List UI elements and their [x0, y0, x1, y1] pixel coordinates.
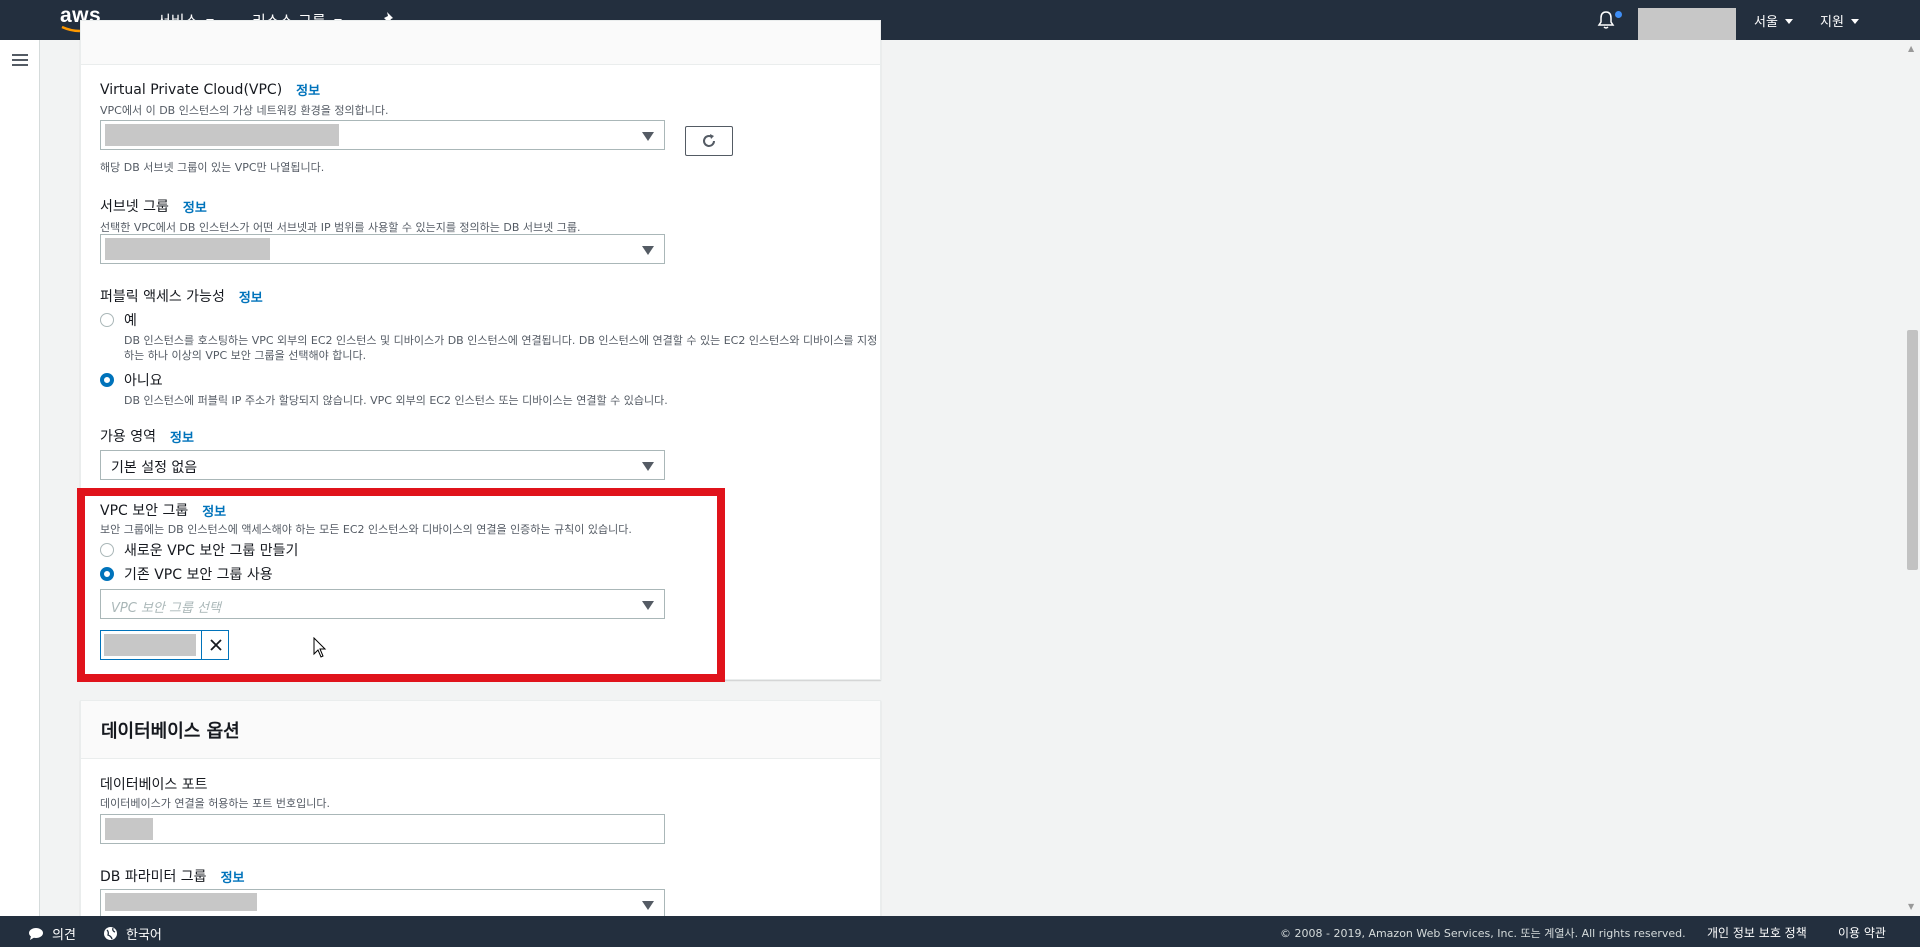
subnet-field: 서브넷 그룹 정보 선택한 VPC에서 DB 인스턴스가 어떤 서브넷과 IP …	[100, 196, 581, 235]
scrollbar-thumb[interactable]	[1907, 330, 1918, 570]
terms-of-use-link[interactable]: 이용 약관	[1838, 924, 1886, 941]
radio-label: 예	[124, 313, 137, 329]
chevron-down-icon	[1850, 19, 1859, 24]
port-desc: 데이터베이스가 연결을 허용하는 포트 번호입니다.	[100, 797, 331, 810]
public-access-yes-option[interactable]: 예 DB 인스턴스를 호스팅하는 VPC 외부의 EC2 인스턴스 및 디바이스…	[100, 310, 884, 363]
panel-header	[81, 21, 880, 65]
language-selector[interactable]: 한국어	[103, 924, 162, 943]
port-field: 데이터베이스 포트 데이터베이스가 연결을 허용하는 포트 번호입니다.	[100, 774, 330, 811]
vpc-desc: VPC에서 이 DB 인스턴스의 가상 네트워킹 환경을 정의합니다.	[100, 104, 389, 117]
param-group-label: DB 파라미터 그룹	[100, 869, 207, 885]
notification-dot	[1615, 11, 1622, 18]
redacted-value	[105, 238, 270, 260]
region-label: 서울	[1754, 15, 1778, 30]
public-access-info-link[interactable]: 정보	[239, 287, 263, 306]
redacted-value	[105, 124, 339, 146]
speech-bubble-icon	[29, 927, 43, 940]
radio-button-checked[interactable]	[100, 373, 114, 387]
support-menu[interactable]: 지원	[1820, 11, 1859, 30]
refresh-button[interactable]	[685, 126, 733, 156]
chevron-down-icon	[1784, 19, 1793, 24]
param-group-select[interactable]	[100, 889, 665, 916]
dropdown-arrow-icon	[642, 462, 654, 471]
param-group-field: DB 파라미터 그룹 정보	[100, 866, 245, 886]
vpc-note: 해당 DB 서브넷 그룹이 있는 VPC만 나열됩니다.	[100, 161, 325, 174]
az-value: 기본 설정 없음	[111, 460, 198, 476]
subnet-select[interactable]	[100, 234, 665, 264]
dropdown-arrow-icon	[642, 132, 654, 141]
radio-desc: DB 인스턴스를 호스팅하는 VPC 외부의 EC2 인스턴스 및 디바이스가 …	[124, 334, 878, 362]
az-select[interactable]: 기본 설정 없음	[100, 450, 665, 480]
vpc-label: Virtual Private Cloud(VPC)	[100, 81, 283, 98]
language-label: 한국어	[126, 928, 162, 943]
mouse-cursor-icon	[313, 637, 327, 658]
vpc-info-link[interactable]: 정보	[296, 80, 320, 99]
support-label: 지원	[1820, 15, 1844, 30]
refresh-icon	[703, 134, 715, 147]
radio-button-unchecked[interactable]	[100, 313, 114, 327]
account-menu-redacted[interactable]	[1638, 8, 1736, 40]
az-label: 가용 영역	[100, 429, 156, 445]
radio-desc: DB 인스턴스에 퍼블릭 IP 주소가 할당되지 않습니다. VPC 외부의 E…	[124, 394, 668, 407]
public-access-field: 퍼블릭 액세스 가능성 정보	[100, 286, 263, 306]
port-input[interactable]	[100, 814, 665, 844]
footer: 의견 한국어 © 2008 - 2019, Amazon Web Service…	[0, 916, 1920, 947]
bell-icon[interactable]	[1597, 10, 1615, 30]
port-label: 데이터베이스 포트	[100, 777, 208, 793]
param-group-info-link[interactable]: 정보	[221, 867, 245, 886]
highlight-box	[77, 488, 725, 682]
vpc-field: Virtual Private Cloud(VPC) 정보 VPC에서 이 DB…	[100, 80, 388, 118]
privacy-policy-link[interactable]: 개인 정보 보호 정책	[1707, 924, 1807, 941]
scroll-up-arrow-icon[interactable]: ▲	[1908, 44, 1914, 53]
hamburger-menu-icon[interactable]	[12, 54, 28, 66]
globe-icon	[104, 927, 117, 940]
feedback-label: 의견	[52, 928, 76, 943]
feedback-button[interactable]: 의견	[28, 924, 76, 943]
az-info-link[interactable]: 정보	[170, 427, 194, 446]
redacted-value	[105, 818, 153, 840]
public-access-label: 퍼블릭 액세스 가능성	[100, 289, 225, 305]
region-menu[interactable]: 서울	[1754, 11, 1793, 30]
vpc-select[interactable]	[100, 120, 665, 150]
scroll-down-arrow-icon[interactable]: ▼	[1908, 902, 1914, 911]
dropdown-arrow-icon	[642, 246, 654, 255]
database-options-title: 데이터베이스 옵션	[81, 701, 880, 759]
radio-label: 아니요	[124, 373, 163, 389]
public-access-no-option[interactable]: 아니요 DB 인스턴스에 퍼블릭 IP 주소가 할당되지 않습니다. VPC 외…	[100, 370, 884, 408]
subnet-info-link[interactable]: 정보	[183, 197, 207, 216]
left-rail	[0, 40, 40, 916]
dropdown-arrow-icon	[642, 901, 654, 910]
redacted-value	[105, 893, 257, 911]
az-field: 가용 영역 정보	[100, 426, 194, 446]
subnet-desc: 선택한 VPC에서 DB 인스턴스가 어떤 서브넷과 IP 범위를 사용할 수 …	[100, 221, 581, 234]
copyright-text: © 2008 - 2019, Amazon Web Services, Inc.…	[1280, 927, 1686, 940]
subnet-label: 서브넷 그룹	[100, 199, 169, 215]
